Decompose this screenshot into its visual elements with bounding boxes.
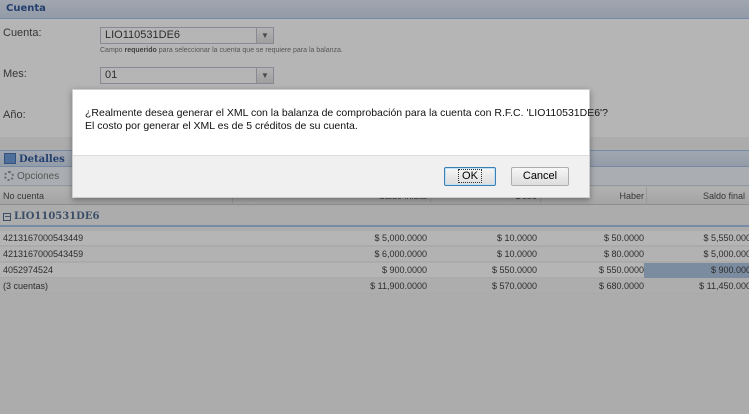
modal-mask (0, 0, 749, 414)
dialog-message-line: El costo por generar el XML es de 5 créd… (85, 120, 358, 132)
confirm-dialog: ¿Realmente desea generar el XML con la b… (72, 89, 608, 198)
dialog-message: ¿Realmente desea generar el XML con la b… (85, 107, 608, 133)
dialog-message-line: ¿Realmente desea generar el XML con la b… (85, 107, 608, 119)
dialog-footer: OK Cancel (73, 155, 589, 197)
cancel-button[interactable]: Cancel (511, 167, 569, 186)
ok-button[interactable]: OK (444, 167, 496, 186)
ok-label: OK (458, 169, 482, 183)
